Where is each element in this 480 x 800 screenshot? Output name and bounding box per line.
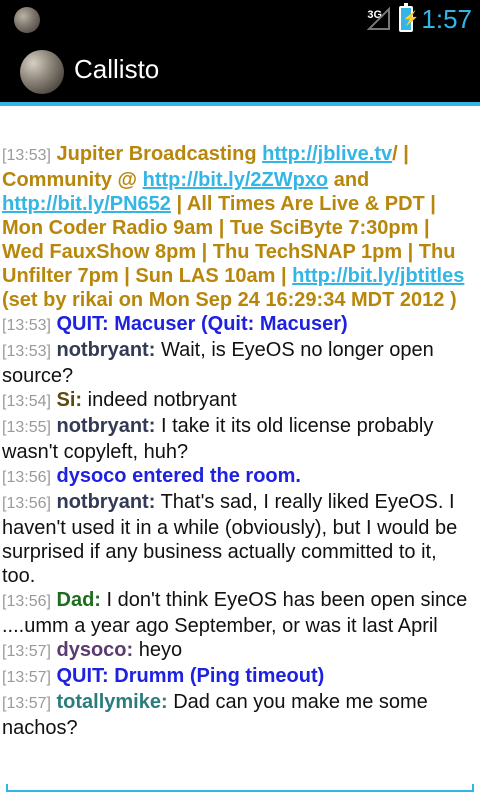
chat-message: [13:55] notbryant: I take it its old lic…	[2, 414, 472, 464]
system-message: dysoco entered the room.	[56, 465, 302, 487]
message-timestamp: [13:56]	[2, 593, 51, 610]
chat-message: [13:53] Jupiter Broadcasting http://jbli…	[2, 142, 472, 312]
action-bar: Callisto	[0, 38, 480, 106]
message-timestamp: [13:57]	[2, 695, 51, 712]
topic-link[interactable]: http://jblive.tv	[262, 143, 392, 165]
chat-message: [13:57] dysoco: heyo	[2, 638, 472, 664]
battery-icon: ⚡	[399, 3, 420, 32]
chat-message: [13:56] dysoco entered the room.	[2, 464, 472, 490]
message-nick[interactable]: notbryant:	[57, 415, 156, 437]
system-message: QUIT: Macuser (Quit: Macuser)	[56, 313, 348, 335]
message-nick[interactable]: Si:	[57, 389, 83, 411]
message-timestamp: [13:53]	[2, 317, 51, 334]
message-text: indeed notbryant	[87, 389, 237, 411]
clock: 1:57	[421, 3, 472, 34]
system-message: QUIT: Drumm (Ping timeout)	[56, 665, 325, 687]
message-timestamp: [13:57]	[2, 669, 51, 686]
status-indicators: 3G ⚡ 1:57	[367, 0, 472, 38]
topic-link[interactable]: http://bit.ly/PN652	[2, 193, 171, 215]
topic-link[interactable]: http://bit.ly/2ZWpxo	[143, 169, 329, 191]
topic-text: Jupiter Broadcasting	[56, 143, 263, 165]
chat-message: [13:56] notbryant: That's sad, I really …	[2, 490, 472, 588]
message-text: heyo	[138, 639, 183, 661]
message-timestamp: [13:56]	[2, 469, 51, 486]
topic-link[interactable]: http://bit.ly/jbtitles	[292, 265, 464, 287]
message-timestamp: [13:57]	[2, 643, 51, 660]
app-title: Callisto	[74, 54, 160, 84]
message-nick[interactable]: notbryant:	[57, 339, 156, 361]
chat-message: [13:54] Si: indeed notbryant	[2, 388, 472, 414]
channel-topic: Jupiter Broadcasting http://jblive.tv/ |…	[2, 143, 464, 311]
message-nick[interactable]: Dad:	[57, 589, 101, 611]
chat-message: [13:56] Dad: I don't think EyeOS has bee…	[2, 588, 472, 638]
topic-text: (set by rikai on Mon Sep 24 16:29:34 MDT…	[2, 289, 457, 311]
signal-icon: 3G	[367, 7, 391, 31]
status-bar: 3G ⚡ 1:57	[0, 0, 480, 38]
message-timestamp: [13:55]	[2, 419, 51, 436]
chat-message: [13:53] notbryant: Wait, is EyeOS no lon…	[2, 338, 472, 388]
app-logo-icon[interactable]	[20, 50, 64, 94]
chat-message: [13:53] QUIT: Macuser (Quit: Macuser)	[2, 312, 472, 338]
chat-log[interactable]: [13:53] Jupiter Broadcasting http://jbli…	[0, 142, 480, 740]
message-timestamp: [13:54]	[2, 393, 51, 410]
topic-text: and	[328, 169, 370, 191]
message-timestamp: [13:53]	[2, 147, 51, 164]
message-nick[interactable]: dysoco:	[57, 639, 134, 661]
chat-message: [13:57] totallymike: Dad can you make me…	[2, 690, 472, 740]
message-timestamp: [13:53]	[2, 343, 51, 360]
app-notification-icon	[14, 7, 40, 33]
message-nick[interactable]: notbryant:	[57, 491, 156, 513]
message-nick[interactable]: totallymike:	[57, 691, 168, 713]
message-timestamp: [13:56]	[2, 495, 51, 512]
chat-message: [13:57] QUIT: Drumm (Ping timeout)	[2, 664, 472, 690]
message-input[interactable]	[6, 784, 474, 792]
